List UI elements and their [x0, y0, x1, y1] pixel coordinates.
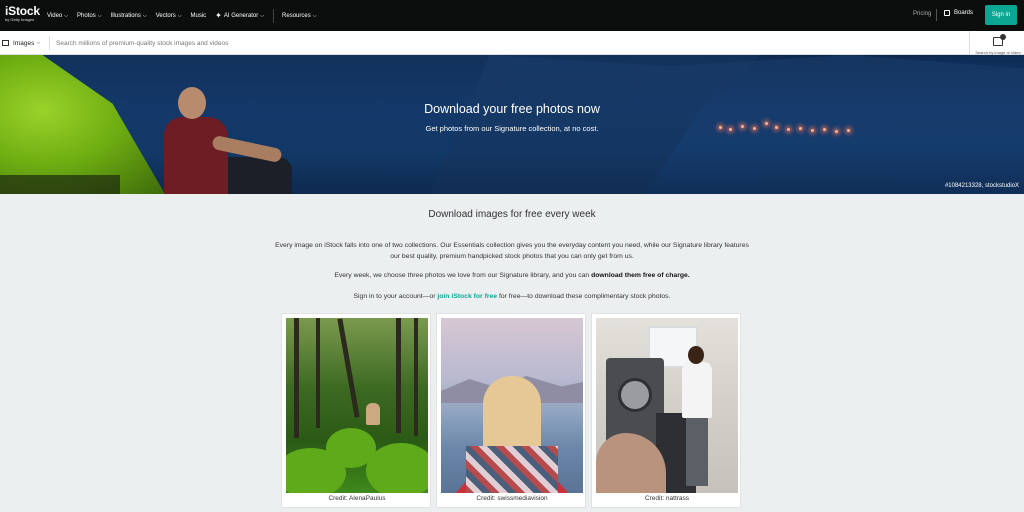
- boards-label: Boards: [954, 10, 974, 16]
- moss: [366, 443, 428, 493]
- chevron-down-icon: ⌵: [177, 12, 182, 19]
- nav-item-label: Vectors: [155, 12, 176, 19]
- hero-credit: #1084213328, stockstudioX: [944, 183, 1019, 189]
- nav-item-vectors[interactable]: Vectors ⌵: [156, 13, 182, 19]
- free-photo-card[interactable]: Credit: swissmediavision: [436, 313, 586, 508]
- blanket: [466, 446, 558, 493]
- search-divider: [969, 31, 970, 55]
- pricing-link[interactable]: Pricing: [913, 11, 931, 17]
- tree-trunk: [316, 318, 320, 428]
- photo-credit: Credit: swissmediavision: [476, 495, 548, 502]
- photo-credit: Credit: nattrass: [644, 495, 690, 502]
- image-icon: [2, 40, 9, 46]
- search-bar: Images ⌵ Search by image or video: [0, 31, 1024, 55]
- nav-item-illustrations[interactable]: Illustrations ⌵: [111, 13, 147, 19]
- nav-item-label: Photos: [77, 12, 96, 19]
- top-nav: iStock by Getty Images Video ⌵ Photos ⌵ …: [0, 0, 1024, 31]
- signin-text: Sign in to your account—or: [353, 293, 438, 300]
- man-legs: [686, 416, 708, 486]
- nav-item-music[interactable]: Music: [191, 13, 207, 19]
- join-istock-link[interactable]: join iStock for free: [437, 293, 497, 300]
- chevron-down-icon: ⌵: [64, 12, 69, 19]
- kayak-photo[interactable]: [441, 318, 583, 493]
- roaster-drum: [618, 378, 652, 412]
- signin-text-tail: for free—to download these complimentary…: [497, 293, 671, 300]
- man-body: [682, 362, 712, 418]
- media-type-selector[interactable]: Images ⌵: [0, 31, 46, 55]
- nav-links: Video ⌵ Photos ⌵ Illustrations ⌵ Vectors…: [47, 0, 326, 31]
- nav-item-label: Resources: [282, 12, 311, 19]
- search-divider: [49, 36, 50, 50]
- hero-title: Download your free photos now: [424, 102, 600, 116]
- boards-link[interactable]: Boards: [944, 10, 973, 16]
- meditating-figure: [366, 403, 380, 425]
- tree-trunk: [396, 318, 401, 433]
- chevron-down-icon: ⌵: [142, 12, 147, 19]
- media-type-label: Images: [13, 39, 35, 47]
- hero-tent-shadow: [0, 175, 120, 194]
- nav-item-label: AI Generator: [223, 12, 259, 19]
- weekly-text: Every week, we choose three photos we lo…: [334, 272, 592, 279]
- sign-in-button[interactable]: Sign in: [985, 5, 1017, 25]
- man-head: [688, 346, 704, 364]
- tree-trunk: [337, 318, 360, 418]
- forest-photo[interactable]: [286, 318, 428, 493]
- nav-item-video[interactable]: Video ⌵: [47, 13, 68, 19]
- signin-paragraph: Sign in to your account—or join iStock f…: [270, 291, 754, 302]
- tree-trunk: [294, 318, 299, 438]
- chevron-down-icon: ⌵: [312, 12, 317, 19]
- istock-logo[interactable]: iStock by Getty Images: [5, 5, 40, 22]
- nav-item-label: Video: [47, 12, 63, 19]
- tree-trunk: [414, 318, 418, 436]
- sparkle-icon: ✦: [215, 11, 222, 20]
- nav-item-photos[interactable]: Photos ⌵: [77, 13, 101, 19]
- chevron-down-icon: ⌵: [36, 40, 41, 46]
- chevron-down-icon: ⌵: [260, 12, 265, 19]
- nav-item-label: Music: [190, 12, 207, 19]
- search-input[interactable]: [56, 36, 956, 50]
- weekly-bold-text: download them free of charge.: [591, 272, 690, 279]
- nav-item-ai-generator[interactable]: ✦ AI Generator ⌵: [215, 11, 264, 20]
- weekly-paragraph: Every week, we choose three photos we lo…: [270, 270, 754, 281]
- logo-text: iStock: [5, 4, 40, 18]
- visual-search-button[interactable]: Search by image or video: [975, 33, 1021, 56]
- boards-icon: [944, 10, 950, 16]
- free-photo-card[interactable]: Credit: AlenaPaulus: [281, 313, 431, 508]
- chevron-down-icon: ⌵: [97, 12, 102, 19]
- visual-search-icon: [993, 34, 1006, 46]
- nav-item-resources[interactable]: Resources ⌵: [282, 13, 316, 19]
- intro-paragraph: Every image on iStock falls into one of …: [275, 242, 749, 260]
- nav-item-label: Illustrations: [110, 12, 141, 19]
- free-photo-card[interactable]: Credit: nattrass: [591, 313, 741, 508]
- section-title: Download images for free every week: [428, 209, 596, 220]
- hero-subtitle: Get photos from our Signature collection…: [425, 124, 599, 133]
- photo-credit: Credit: AlenaPaulus: [328, 495, 386, 502]
- nav-divider: [273, 8, 275, 23]
- hero-banner: Download your free photos now Get photos…: [0, 55, 1024, 194]
- roaster-photo[interactable]: [596, 318, 738, 493]
- nav-divider: [936, 9, 937, 21]
